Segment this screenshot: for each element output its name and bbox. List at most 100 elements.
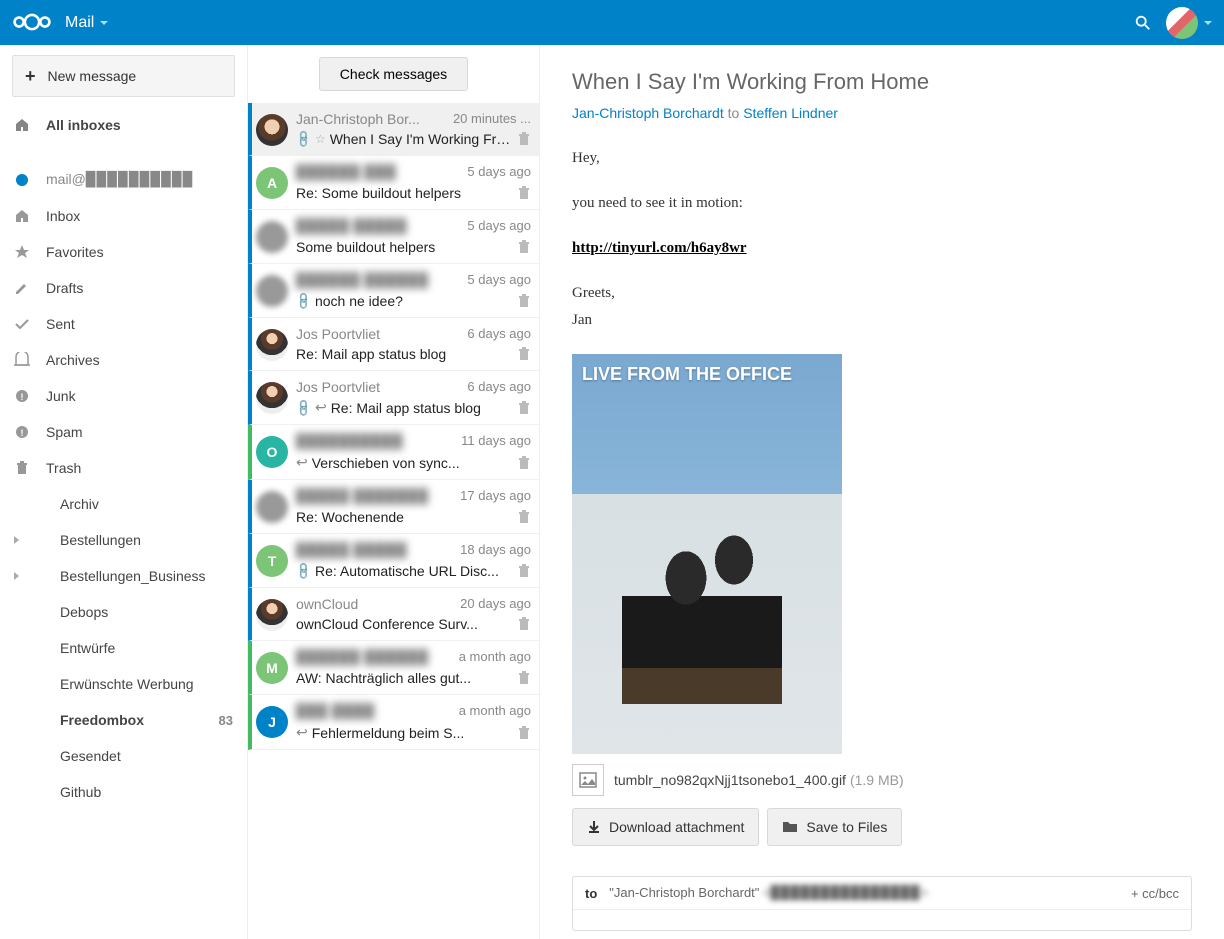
delete-icon[interactable] <box>517 671 531 685</box>
cc-bcc-toggle[interactable]: + cc/bcc <box>1131 886 1179 901</box>
delete-icon[interactable] <box>517 240 531 254</box>
message-list-item[interactable]: T▉▉▉▉▉ ▉▉▉▉▉18 days ago🔗Re: Automatische… <box>248 534 539 588</box>
mail-to[interactable]: Steffen Lindner <box>743 105 838 121</box>
mail-link[interactable]: http://tinyurl.com/h6ay8wr <box>572 240 747 256</box>
app-switcher[interactable]: Mail <box>65 14 108 32</box>
sidebar-item-archives[interactable]: Archives <box>0 342 247 378</box>
sidebar-item-github[interactable]: Github <box>0 774 247 810</box>
message-sender: Jos Poortvliet <box>296 379 380 395</box>
message-list-item[interactable]: M▉▉▉▉▉▉ ▉▉▉▉▉▉a month agoAW: Nachträglic… <box>248 641 539 695</box>
message-subject: Re: Mail app status blog <box>331 400 511 416</box>
attachment-icon: 🔗 <box>293 291 313 311</box>
delete-icon[interactable] <box>517 294 531 308</box>
sidebar-account[interactable]: mail@▉▉▉▉▉▉▉▉▉▉ <box>0 161 247 198</box>
reply-to-field[interactable]: "Jan-Christoph Borchardt" <▉▉▉▉▉▉▉▉▉▉▉▉▉… <box>609 885 1131 901</box>
message-list: Check messages Jan-Christoph Bor...20 mi… <box>248 45 540 939</box>
sidebar-item-inbox[interactable]: Inbox <box>0 198 247 234</box>
sender-avatar <box>256 382 288 414</box>
sidebar-item-bestellungen[interactable]: Bestellungen <box>0 522 247 558</box>
mail-body: Hey, you need to see it in motion: http:… <box>572 145 1192 334</box>
message-subject: Re: Wochenende <box>296 509 511 525</box>
sender-avatar <box>256 599 288 631</box>
message-list-item[interactable]: Jan-Christoph Bor...20 minutes ...🔗☆When… <box>248 103 539 156</box>
message-time: 18 days ago <box>460 542 531 559</box>
message-reader: When I Say I'm Working From Home Jan-Chr… <box>540 45 1224 939</box>
reply-body-input[interactable] <box>573 910 1191 930</box>
home-icon <box>14 117 34 133</box>
sender-avatar: T <box>256 545 288 577</box>
sidebar-item-entwürfe[interactable]: Entwürfe <box>0 630 247 666</box>
delete-icon[interactable] <box>517 401 531 415</box>
sender-avatar: J <box>256 706 288 738</box>
attachment-icon: 🔗 <box>293 397 313 417</box>
message-sender: ▉▉▉▉▉▉ ▉▉▉▉▉▉ <box>296 649 429 666</box>
message-time: 20 minutes ... <box>453 111 531 127</box>
check-messages-button[interactable]: Check messages <box>319 57 468 91</box>
message-time: 20 days ago <box>460 596 531 612</box>
svg-text:!: ! <box>21 428 24 438</box>
sidebar-item-favorites[interactable]: Favorites <box>0 234 247 270</box>
message-list-item[interactable]: A▉▉▉▉▉▉ ▉▉▉5 days agoRe: Some buildout h… <box>248 156 539 210</box>
delete-icon[interactable] <box>517 617 531 631</box>
sidebar-item-spam[interactable]: !Spam <box>0 414 247 450</box>
message-subject: Re: Mail app status blog <box>296 346 511 362</box>
delete-icon[interactable] <box>517 132 531 146</box>
message-subject: Some buildout helpers <box>296 239 511 255</box>
sender-avatar <box>256 114 288 146</box>
message-list-item[interactable]: ▉▉▉▉▉ ▉▉▉▉▉5 days agoSome buildout helpe… <box>248 210 539 264</box>
folder-icon <box>14 244 34 260</box>
reply-icon: ↩ <box>315 399 327 416</box>
message-list-item[interactable]: Jos Poortvliet6 days ago🔗↩Re: Mail app s… <box>248 371 539 425</box>
sidebar-item-freedombox[interactable]: Freedombox83 <box>0 702 247 738</box>
delete-icon[interactable] <box>517 726 531 740</box>
attachment-icon: 🔗 <box>293 129 313 149</box>
message-subject: Re: Automatische URL Disc... <box>315 563 511 579</box>
attachment-filename[interactable]: tumblr_no982qxNjj1tsonebo1_400.gif <box>614 772 846 788</box>
message-sender: ▉▉▉▉▉▉ ▉▉▉ <box>296 164 397 181</box>
sidebar-item-drafts[interactable]: Drafts <box>0 270 247 306</box>
message-time: 11 days ago <box>461 433 531 450</box>
message-sender: ▉▉▉▉▉ ▉▉▉▉▉ <box>296 542 408 559</box>
sender-avatar <box>256 491 288 523</box>
message-sender: ▉▉▉▉▉▉ ▉▉▉▉▉▉ <box>296 272 429 289</box>
delete-icon[interactable] <box>517 347 531 361</box>
sidebar-item-archiv[interactable]: Archiv <box>0 486 247 522</box>
message-list-item[interactable]: ownCloud20 days agoownCloud Conference S… <box>248 588 539 641</box>
sidebar-item-junk[interactable]: !Junk <box>0 378 247 414</box>
sender-avatar: M <box>256 652 288 684</box>
delete-icon[interactable] <box>517 456 531 470</box>
app-name: Mail <box>65 14 94 32</box>
user-menu[interactable] <box>1166 7 1212 39</box>
attachment-preview[interactable]: LIVE FROM THE OFFICE <box>572 354 842 754</box>
download-attachment-button[interactable]: Download attachment <box>572 808 759 846</box>
logo[interactable] <box>12 11 57 35</box>
mail-participants: Jan-Christoph Borchardt to Steffen Lindn… <box>572 105 1192 121</box>
message-list-item[interactable]: ▉▉▉▉▉ ▉▉▉▉▉▉▉17 days agoRe: Wochenende <box>248 480 539 534</box>
folder-icon <box>14 208 34 224</box>
chevron-right-icon <box>14 536 19 544</box>
sidebar-item-gesendet[interactable]: Gesendet <box>0 738 247 774</box>
delete-icon[interactable] <box>517 564 531 578</box>
image-icon <box>572 764 604 796</box>
message-list-item[interactable]: O▉▉▉▉▉▉▉▉▉▉11 days ago↩Verschieben von s… <box>248 425 539 480</box>
sidebar-item-bestellungen_business[interactable]: Bestellungen_Business <box>0 558 247 594</box>
attachment-info: tumblr_no982qxNjj1tsonebo1_400.gif (1.9 … <box>572 764 1192 796</box>
message-list-item[interactable]: ▉▉▉▉▉▉ ▉▉▉▉▉▉5 days ago🔗noch ne idee? <box>248 264 539 318</box>
delete-icon[interactable] <box>517 510 531 524</box>
sidebar-item-debops[interactable]: Debops <box>0 594 247 630</box>
folder-icon <box>14 352 34 368</box>
message-sender: ▉▉▉▉▉ ▉▉▉▉▉ <box>296 218 408 235</box>
new-message-button[interactable]: + New message <box>12 55 235 97</box>
sidebar-item-sent[interactable]: Sent <box>0 306 247 342</box>
chevron-right-icon <box>14 572 19 580</box>
mail-from[interactable]: Jan-Christoph Borchardt <box>572 105 724 121</box>
save-to-files-button[interactable]: Save to Files <box>767 808 902 846</box>
message-list-item[interactable]: Jos Poortvliet6 days agoRe: Mail app sta… <box>248 318 539 371</box>
search-icon[interactable] <box>1134 14 1152 32</box>
sidebar-item-trash[interactable]: Trash <box>0 450 247 486</box>
message-list-item[interactable]: J▉▉▉ ▉▉▉▉a month ago↩Fehlermeldung beim … <box>248 695 539 750</box>
svg-text:!: ! <box>21 392 24 402</box>
delete-icon[interactable] <box>517 186 531 200</box>
sidebar-item-erwünschte werbung[interactable]: Erwünschte Werbung <box>0 666 247 702</box>
sidebar-item-all-inboxes[interactable]: All inboxes <box>0 107 247 143</box>
